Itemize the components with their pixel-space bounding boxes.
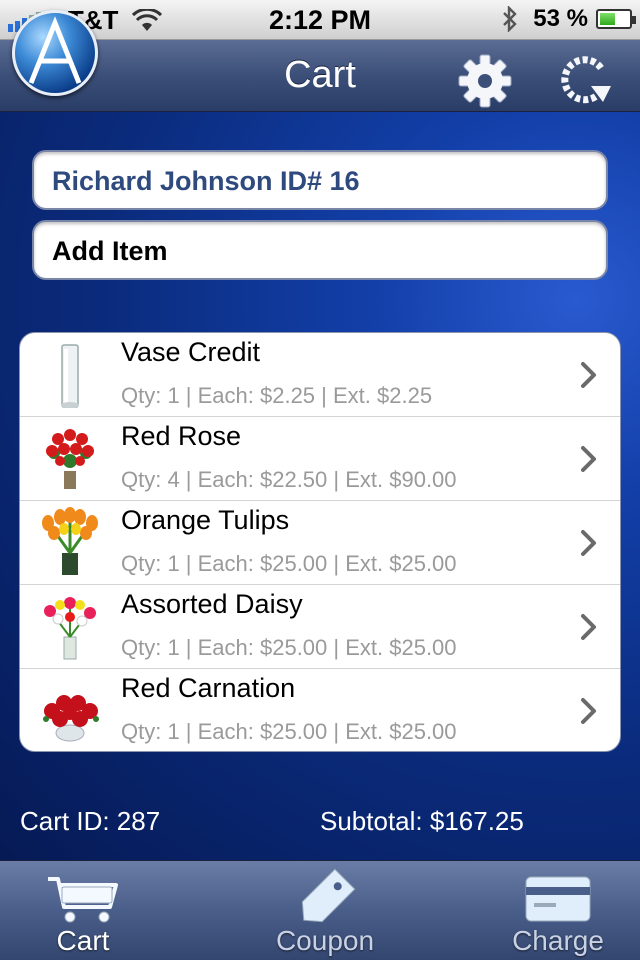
cart-item-row[interactable]: Orange Tulips Qty: 1 | Each: $25.00 | Ex… (20, 501, 620, 585)
red-carnation-image (43, 695, 99, 742)
battery-icon (596, 9, 636, 29)
assorted-daisy-image (44, 597, 96, 660)
tab-charge[interactable]: Charge (460, 861, 640, 960)
cart-content: Richard Johnson ID# 16 Add Item Vase Cre… (0, 112, 640, 860)
item-detail: Qty: 4 | Each: $22.50 | Ext. $90.00 (121, 467, 457, 492)
orange-tulips-image (42, 507, 98, 575)
item-name: Assorted Daisy (121, 589, 303, 619)
customer-field[interactable]: Richard Johnson ID# 16 (32, 150, 608, 210)
item-detail: Qty: 1 | Each: $25.00 | Ext. $25.00 (121, 635, 457, 660)
cart-item-row[interactable]: Red Carnation Qty: 1 | Each: $25.00 | Ex… (20, 669, 620, 751)
battery-percent: 53 % (533, 5, 588, 32)
chevron-right-icon (581, 698, 596, 724)
cart-id-label: Cart ID: 287 (20, 806, 161, 836)
tab-label: Charge (512, 925, 604, 956)
item-detail: Qty: 1 | Each: $25.00 | Ext. $25.00 (121, 719, 457, 744)
battery-fill (600, 13, 615, 25)
tab-coupon[interactable]: Coupon (220, 861, 430, 960)
item-name: Orange Tulips (121, 505, 290, 535)
bluetooth-icon (503, 6, 517, 32)
tag-icon (301, 868, 356, 923)
item-name: Red Carnation (121, 673, 296, 703)
chevron-right-icon (581, 530, 596, 556)
add-item-button[interactable]: Add Item (32, 220, 608, 280)
red-rose-bouquet-image (46, 429, 94, 489)
app-logo (12, 10, 98, 96)
chevron-right-icon (581, 614, 596, 640)
credit-card-icon (525, 876, 591, 922)
item-name: Vase Credit (121, 337, 261, 367)
tab-label: Coupon (275, 925, 375, 956)
cart-item-row[interactable]: Vase Credit Qty: 1 | Each: $2.25 | Ext. … (20, 333, 620, 417)
item-detail: Qty: 1 | Each: $25.00 | Ext. $25.00 (121, 551, 457, 576)
cart-item-list: Vase Credit Qty: 1 | Each: $2.25 | Ext. … (19, 332, 621, 752)
vase-image (61, 344, 79, 408)
tab-cart[interactable]: Cart (0, 861, 166, 960)
chevron-right-icon (581, 362, 596, 388)
cart-item-row[interactable]: Assorted Daisy Qty: 1 | Each: $25.00 | E… (20, 585, 620, 669)
item-detail: Qty: 1 | Each: $2.25 | Ext. $2.25 (121, 383, 433, 408)
refresh-icon[interactable] (555, 50, 615, 110)
logo-letter-icon (28, 16, 82, 84)
settings-gear-icon[interactable] (455, 50, 515, 110)
cart-icon (48, 877, 118, 923)
status-bar: AT&T 2:12 PM 53 % (0, 0, 640, 40)
cart-item-row[interactable]: Red Rose Qty: 4 | Each: $22.50 | Ext. $9… (20, 417, 620, 501)
chevron-right-icon (581, 446, 596, 472)
status-right-group: 53 % (501, 5, 636, 33)
tab-bar: Cart Coupon Charge (0, 860, 640, 960)
item-name: Red Rose (121, 421, 242, 451)
tab-label: Cart (56, 925, 110, 956)
subtotal-label: Subtotal: $167.25 (320, 806, 524, 836)
